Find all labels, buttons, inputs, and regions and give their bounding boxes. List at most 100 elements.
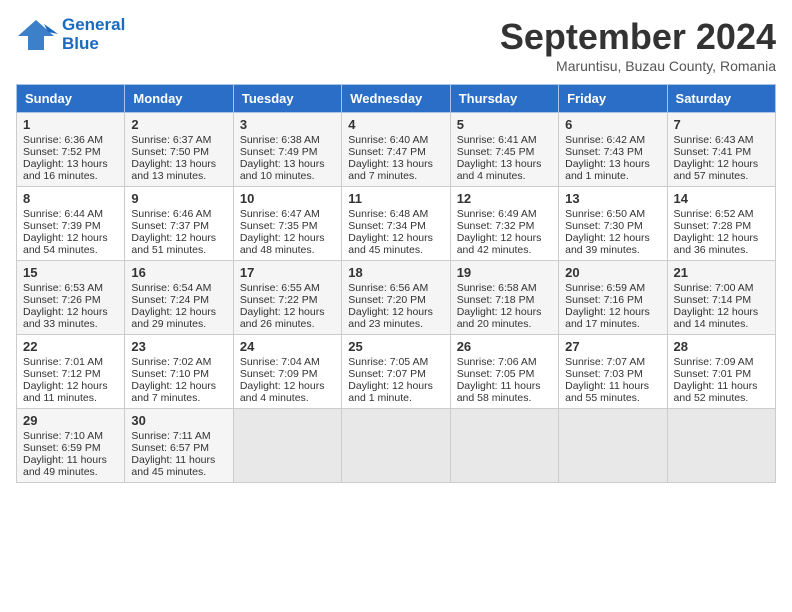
logo: General Blue [16,16,125,54]
cell-text: Sunrise: 7:04 AM [240,356,335,368]
calendar-cell: 27Sunrise: 7:07 AMSunset: 7:03 PMDayligh… [559,335,667,409]
cell-text: Sunrise: 7:07 AM [565,356,660,368]
cell-text: Daylight: 13 hours [565,158,660,170]
day-number: 9 [131,191,226,206]
calendar-week-5: 29Sunrise: 7:10 AMSunset: 6:59 PMDayligh… [17,409,776,483]
cell-text: Daylight: 11 hours [457,380,552,392]
calendar-cell: 17Sunrise: 6:55 AMSunset: 7:22 PMDayligh… [233,261,341,335]
calendar-cell: 20Sunrise: 6:59 AMSunset: 7:16 PMDayligh… [559,261,667,335]
calendar-cell: 5Sunrise: 6:41 AMSunset: 7:45 PMDaylight… [450,113,558,187]
logo-icon [16,16,58,54]
cell-text: Daylight: 13 hours [457,158,552,170]
calendar-cell: 14Sunrise: 6:52 AMSunset: 7:28 PMDayligh… [667,187,775,261]
weekday-header-wednesday: Wednesday [342,85,450,113]
calendar-cell: 30Sunrise: 7:11 AMSunset: 6:57 PMDayligh… [125,409,233,483]
cell-text: Daylight: 12 hours [23,232,118,244]
cell-text: and 1 minute. [348,392,443,404]
cell-text: Sunset: 7:41 PM [674,146,769,158]
cell-text: Sunset: 6:59 PM [23,442,118,454]
cell-text: and 45 minutes. [348,244,443,256]
day-number: 23 [131,339,226,354]
cell-text: Sunrise: 7:06 AM [457,356,552,368]
cell-text: Daylight: 13 hours [131,158,226,170]
cell-text: Sunset: 7:16 PM [565,294,660,306]
cell-text: Sunset: 7:39 PM [23,220,118,232]
cell-text: Daylight: 11 hours [23,454,118,466]
cell-text: and 10 minutes. [240,170,335,182]
cell-text: Sunset: 7:28 PM [674,220,769,232]
cell-text: Daylight: 12 hours [457,232,552,244]
cell-text: Sunrise: 7:02 AM [131,356,226,368]
cell-text: Sunrise: 6:43 AM [674,134,769,146]
cell-text: Sunrise: 6:42 AM [565,134,660,146]
cell-text: Daylight: 11 hours [131,454,226,466]
day-number: 19 [457,265,552,280]
day-number: 4 [348,117,443,132]
cell-text: Sunset: 7:43 PM [565,146,660,158]
calendar-cell [667,409,775,483]
cell-text: Daylight: 12 hours [240,306,335,318]
cell-text: Sunrise: 7:00 AM [674,282,769,294]
cell-text: and 20 minutes. [457,318,552,330]
day-number: 22 [23,339,118,354]
calendar-cell: 18Sunrise: 6:56 AMSunset: 7:20 PMDayligh… [342,261,450,335]
weekday-header-tuesday: Tuesday [233,85,341,113]
day-number: 28 [674,339,769,354]
cell-text: Sunrise: 6:54 AM [131,282,226,294]
day-number: 26 [457,339,552,354]
cell-text: Daylight: 11 hours [565,380,660,392]
cell-text: and 13 minutes. [131,170,226,182]
cell-text: Sunrise: 6:37 AM [131,134,226,146]
cell-text: Daylight: 12 hours [240,380,335,392]
day-number: 24 [240,339,335,354]
logo-general: General [62,16,125,35]
cell-text: and 26 minutes. [240,318,335,330]
day-number: 27 [565,339,660,354]
cell-text: Sunset: 7:12 PM [23,368,118,380]
weekday-header-sunday: Sunday [17,85,125,113]
cell-text: Sunrise: 6:48 AM [348,208,443,220]
day-number: 10 [240,191,335,206]
cell-text: Sunset: 7:09 PM [240,368,335,380]
cell-text: Sunrise: 7:10 AM [23,430,118,442]
cell-text: Daylight: 11 hours [674,380,769,392]
calendar-cell [233,409,341,483]
logo-blue: Blue [62,35,125,54]
calendar-cell: 13Sunrise: 6:50 AMSunset: 7:30 PMDayligh… [559,187,667,261]
cell-text: Sunrise: 7:05 AM [348,356,443,368]
page-header: General Blue September 2024 Maruntisu, B… [16,16,776,74]
calendar-cell: 28Sunrise: 7:09 AMSunset: 7:01 PMDayligh… [667,335,775,409]
cell-text: Sunset: 7:30 PM [565,220,660,232]
calendar-cell: 16Sunrise: 6:54 AMSunset: 7:24 PMDayligh… [125,261,233,335]
day-number: 25 [348,339,443,354]
cell-text: and 39 minutes. [565,244,660,256]
cell-text: Sunset: 7:35 PM [240,220,335,232]
cell-text: Sunset: 7:24 PM [131,294,226,306]
calendar-cell: 26Sunrise: 7:06 AMSunset: 7:05 PMDayligh… [450,335,558,409]
cell-text: Sunset: 7:14 PM [674,294,769,306]
cell-text: Daylight: 12 hours [131,380,226,392]
day-number: 12 [457,191,552,206]
day-number: 29 [23,413,118,428]
cell-text: Daylight: 12 hours [674,158,769,170]
cell-text: Sunrise: 6:53 AM [23,282,118,294]
calendar-week-1: 1Sunrise: 6:36 AMSunset: 7:52 PMDaylight… [17,113,776,187]
cell-text: and 4 minutes. [240,392,335,404]
cell-text: Daylight: 13 hours [240,158,335,170]
cell-text: Daylight: 12 hours [674,306,769,318]
weekday-header-monday: Monday [125,85,233,113]
cell-text: Sunset: 7:07 PM [348,368,443,380]
day-number: 2 [131,117,226,132]
calendar-cell [342,409,450,483]
cell-text: Sunset: 7:10 PM [131,368,226,380]
cell-text: and 48 minutes. [240,244,335,256]
day-number: 20 [565,265,660,280]
calendar-cell: 21Sunrise: 7:00 AMSunset: 7:14 PMDayligh… [667,261,775,335]
calendar-cell: 1Sunrise: 6:36 AMSunset: 7:52 PMDaylight… [17,113,125,187]
cell-text: Daylight: 13 hours [23,158,118,170]
cell-text: and 14 minutes. [674,318,769,330]
cell-text: Sunrise: 6:50 AM [565,208,660,220]
cell-text: Sunrise: 6:44 AM [23,208,118,220]
cell-text: and 36 minutes. [674,244,769,256]
cell-text: Sunset: 7:18 PM [457,294,552,306]
